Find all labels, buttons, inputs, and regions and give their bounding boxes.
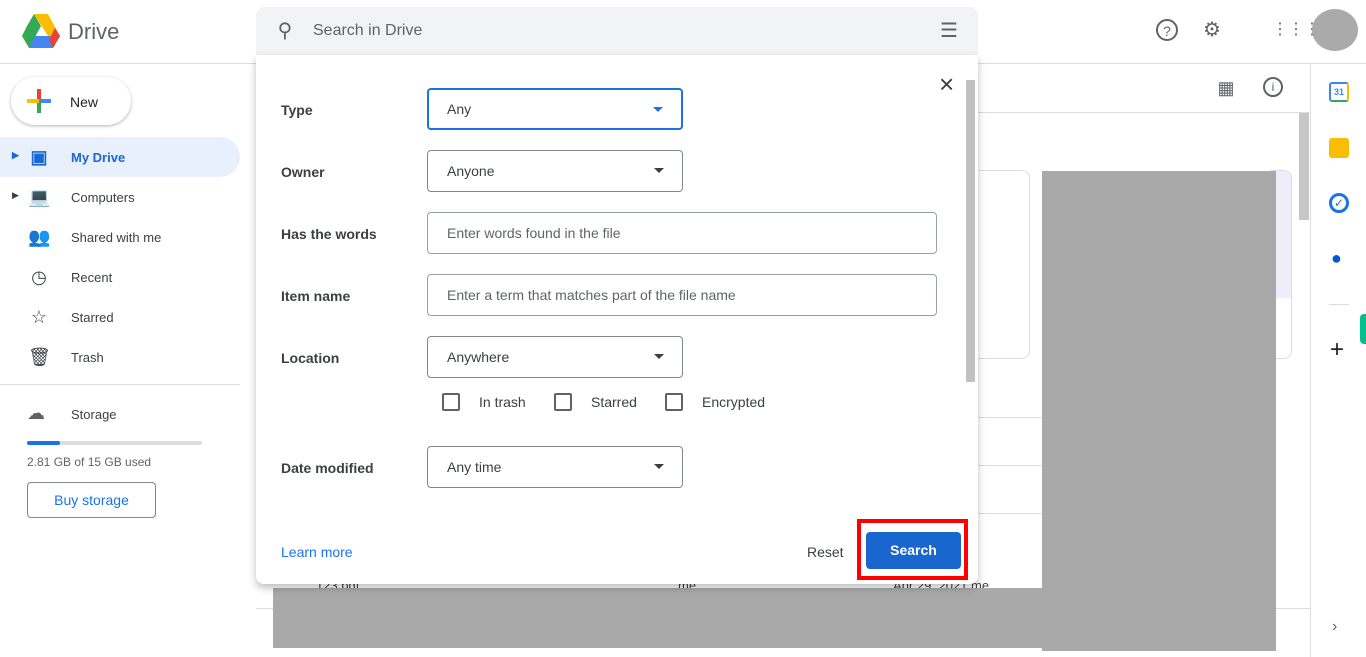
sidebar-item-label: Trash: [71, 350, 104, 365]
in-trash-label: In trash: [479, 394, 526, 410]
storage-bar-fill: [27, 441, 60, 445]
chevron-right-icon[interactable]: ›: [1332, 618, 1337, 636]
main-scrollbar[interactable]: [1299, 113, 1309, 220]
sidebar-item-computers[interactable]: ▶ 💻 Computers: [0, 177, 240, 217]
redacted-region: [1042, 171, 1276, 651]
search-icon[interactable]: ⚲: [273, 19, 297, 43]
new-button-label: New: [70, 94, 99, 110]
clock-icon: ◷: [31, 267, 47, 287]
divider: [978, 417, 1042, 418]
owner-select[interactable]: Anyone: [427, 150, 683, 192]
location-value: Anywhere: [447, 349, 510, 365]
calendar-icon[interactable]: 31: [1329, 82, 1349, 102]
divider: [978, 513, 1042, 514]
item-name-label: Item name: [281, 288, 351, 304]
date-modified-label: Date modified: [281, 460, 374, 476]
app-name: Drive: [68, 19, 120, 44]
encrypted-checkbox[interactable]: [665, 393, 683, 411]
sidebar-item-label: Starred: [71, 310, 114, 325]
storage-used-text: 2.81 GB of 15 GB used: [27, 455, 152, 469]
star-icon: ☆: [30, 307, 48, 327]
reset-button[interactable]: Reset: [807, 544, 844, 560]
info-icon[interactable]: i: [1263, 77, 1283, 97]
add-addon-icon[interactable]: +: [1330, 336, 1344, 364]
sidebar-item-my-drive[interactable]: ▶ ▣ My Drive: [0, 137, 240, 177]
sidebar-item-label: Shared with me: [71, 230, 162, 245]
side-panel-divider: [1310, 64, 1311, 657]
owner-value: Anyone: [447, 163, 495, 179]
dropdown-arrow-icon: [653, 107, 663, 112]
cloud-icon: ☁: [27, 403, 45, 423]
dropdown-arrow-icon: [654, 168, 664, 173]
computer-icon: 💻: [28, 187, 51, 207]
contacts-icon[interactable]: ●: [1331, 248, 1342, 269]
side-panel-handle[interactable]: [1360, 314, 1366, 344]
sidebar-item-recent[interactable]: ◷ Recent: [0, 257, 240, 297]
search-button[interactable]: Search: [866, 532, 961, 569]
grid-view-icon[interactable]: ▦: [1214, 76, 1238, 100]
in-trash-checkbox[interactable]: [442, 393, 460, 411]
expand-icon[interactable]: ▶: [12, 190, 19, 201]
encrypted-label: Encrypted: [702, 394, 766, 410]
dropdown-arrow-icon: [654, 354, 664, 359]
divider: [0, 384, 240, 385]
has-words-input[interactable]: Enter words found in the file: [427, 212, 937, 254]
trash-icon: 🗑: [28, 347, 51, 367]
starred-label: Starred: [591, 394, 637, 410]
avatar[interactable]: [1312, 9, 1358, 51]
dialog-scrollbar[interactable]: [966, 80, 975, 382]
location-select[interactable]: Anywhere: [427, 336, 683, 378]
sidebar-item-label: Computers: [71, 190, 135, 205]
tasks-icon[interactable]: ✓: [1329, 193, 1349, 213]
advanced-search-dialog: × Type Any Owner Anyone Has the words En…: [256, 55, 978, 584]
apps-grid-icon[interactable]: ⋮⋮⋮: [1272, 18, 1320, 42]
type-label: Type: [281, 102, 313, 118]
search-input[interactable]: Search in Drive: [313, 22, 422, 40]
sidebar-item-starred[interactable]: ☆ Starred: [0, 297, 240, 337]
starred-checkbox[interactable]: [554, 393, 572, 411]
owner-label: Owner: [281, 164, 325, 180]
buy-storage-button[interactable]: Buy storage: [27, 482, 156, 518]
learn-more-link[interactable]: Learn more: [281, 544, 353, 560]
sidebar-item-shared[interactable]: 👥 Shared with me: [0, 217, 240, 257]
date-modified-select[interactable]: Any time: [427, 446, 683, 488]
date-modified-value: Any time: [447, 459, 502, 475]
type-select[interactable]: Any: [427, 88, 683, 130]
plus-icon: [27, 89, 51, 113]
divider: [978, 465, 1042, 466]
drive-logo-icon: [22, 14, 60, 48]
storage-label: Storage: [71, 407, 117, 422]
item-name-input[interactable]: Enter a term that matches part of the fi…: [427, 274, 937, 316]
divider: [978, 112, 1310, 113]
help-icon[interactable]: ?: [1156, 19, 1178, 41]
drive-icon: ▣: [30, 147, 48, 167]
search-options-icon[interactable]: ☰: [937, 19, 961, 43]
divider: [1329, 304, 1349, 305]
file-card[interactable]: [975, 170, 1030, 359]
has-words-label: Has the words: [281, 226, 377, 242]
type-value: Any: [447, 101, 472, 117]
keep-icon[interactable]: [1329, 138, 1349, 158]
location-label: Location: [281, 350, 340, 366]
expand-icon[interactable]: ▶: [12, 150, 19, 161]
close-icon[interactable]: ×: [939, 71, 954, 97]
sidebar-item-label: My Drive: [71, 150, 126, 165]
people-icon: 👥: [28, 227, 51, 247]
settings-icon[interactable]: ⚙: [1200, 18, 1224, 42]
dropdown-arrow-icon: [654, 464, 664, 469]
storage-bar: [27, 441, 202, 445]
sidebar-item-label: Recent: [71, 270, 113, 285]
sidebar-item-trash[interactable]: 🗑 Trash: [0, 337, 240, 377]
